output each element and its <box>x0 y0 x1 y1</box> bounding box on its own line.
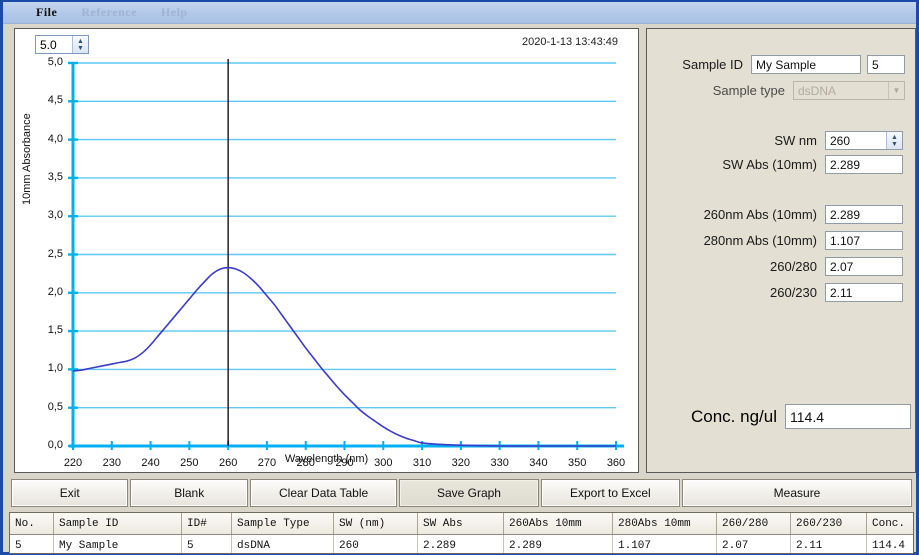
sw-abs-value: 2.289 <box>825 155 903 174</box>
ratio-260-280-row: 260/280 2.07 <box>661 257 905 276</box>
table-header-conc-ng-ul-[interactable]: Conc. (Ng/ul) <box>866 513 913 535</box>
results-panel: Sample ID My Sample 5 Sample type dsDNA … <box>646 28 916 473</box>
application-window: File Reference Help 5.0 ▲ ▼ 2020-1-13 13… <box>0 0 919 555</box>
table-cell: 2.07 <box>716 534 791 553</box>
menu-item-file[interactable]: File <box>25 4 68 21</box>
sample-type-row: Sample type dsDNA ▼ <box>661 81 905 100</box>
button-clear-data-table[interactable]: Clear Data Table <box>249 479 398 507</box>
table-header-row: No. Sample ID ID# Sample Type SW (nm) SW Abs 2… <box>10 513 913 535</box>
button-blank[interactable]: Blank <box>130 479 248 507</box>
ratio-260-280-label: 260/280 <box>770 259 817 274</box>
table-cell: 114.4 <box>866 534 913 553</box>
sample-type-label: Sample type <box>712 83 785 98</box>
abs260-row: 260nm Abs (10mm) 2.289 <box>661 205 905 224</box>
table-header-id-[interactable]: ID# <box>181 513 232 535</box>
table-cell: My Sample <box>53 534 182 553</box>
ratio-260-230-value: 2.11 <box>825 283 903 302</box>
sample-id-label: Sample ID <box>682 57 743 72</box>
sample-id-input[interactable]: My Sample <box>751 55 861 74</box>
button-export-to-excel[interactable]: Export to Excel <box>540 479 681 507</box>
table-header-no-[interactable]: No. <box>10 513 54 535</box>
abs260-value: 2.289 <box>825 205 903 224</box>
menu-item-help: Help <box>160 5 188 19</box>
spinner-up-icon[interactable]: ▲ <box>891 134 898 141</box>
concentration-row: Conc. ng/ul 114.4 <box>661 404 911 429</box>
data-table: No. Sample ID ID# Sample Type SW (nm) SW Abs 2… <box>9 512 914 554</box>
table-cell: dsDNA <box>231 534 334 553</box>
abs280-row: 280nm Abs (10mm) 1.107 <box>661 231 905 250</box>
sample-number-input[interactable]: 5 <box>867 55 905 74</box>
chevron-down-icon: ▼ <box>888 82 904 99</box>
table-header-sample-type[interactable]: Sample Type <box>231 513 334 535</box>
ratio-260-230-label: 260/230 <box>770 285 817 300</box>
abs280-value: 1.107 <box>825 231 903 250</box>
ratio-260-230-row: 260/230 2.11 <box>661 283 905 302</box>
button-exit[interactable]: Exit <box>11 479 129 507</box>
table-header-sw-nm-[interactable]: SW (nm) <box>333 513 418 535</box>
sw-nm-row: SW nm 260 ▲ ▼ <box>661 131 905 150</box>
data-table-grid: No. Sample ID ID# Sample Type SW (nm) SW Abs 2… <box>10 513 913 553</box>
table-cell: 2.11 <box>790 534 867 553</box>
button-save-graph[interactable]: Save Graph <box>399 479 539 507</box>
ratio-260-280-value: 2.07 <box>825 257 903 276</box>
menu-item-reference: Reference <box>81 5 137 19</box>
table-cell: 260 <box>333 534 418 553</box>
table-header-260-280[interactable]: 260/280 <box>716 513 791 535</box>
spectrum-curve <box>72 266 616 447</box>
table-header-260-230[interactable]: 260/230 <box>790 513 867 535</box>
button-measure[interactable]: Measure <box>682 479 912 507</box>
spectrum-svg <box>68 59 624 450</box>
table-cell: 1.107 <box>612 534 717 553</box>
spectrum-plot: 10mm Absorbance Wavelength (nm) 0,0 0,5 1,… <box>15 29 638 472</box>
spinner-down-icon[interactable]: ▼ <box>891 141 898 148</box>
sample-type-select: dsDNA ▼ <box>793 81 905 100</box>
table-header-sample-id[interactable]: Sample ID <box>53 513 182 535</box>
menu-bar: File Reference Help <box>3 2 916 24</box>
table-body: 5 My Sample 5 dsDNA 260 2.289 2.289 1.107 2.07 2.… <box>10 534 913 553</box>
abs280-label: 280nm Abs (10mm) <box>703 233 817 248</box>
table-cell: 2.289 <box>417 534 504 553</box>
sw-nm-value: 260 <box>830 133 851 148</box>
sw-nm-input[interactable]: 260 ▲ ▼ <box>825 131 903 150</box>
sw-abs-label: SW Abs (10mm) <box>722 157 817 172</box>
sample-type-value: dsDNA <box>798 83 837 98</box>
table-header-sw-abs[interactable]: SW Abs <box>417 513 504 535</box>
action-button-bar: Exit Blank Clear Data Table Save Graph Expor… <box>11 479 912 509</box>
table-header-260abs-10mm[interactable]: 260Abs 10mm <box>503 513 613 535</box>
sw-abs-row: SW Abs (10mm) 2.289 <box>661 155 905 174</box>
sample-id-row: Sample ID My Sample 5 <box>661 55 905 74</box>
table-cell: 5 <box>181 534 232 553</box>
table-header-280abs-10mm[interactable]: 280Abs 10mm <box>612 513 717 535</box>
table-cell: 2.289 <box>503 534 613 553</box>
table-cell: 5 <box>10 534 54 553</box>
sw-nm-spinner[interactable]: ▲ ▼ <box>886 132 902 149</box>
table-row[interactable]: 5 My Sample 5 dsDNA 260 2.289 2.289 1.107 2.07 2.… <box>10 534 913 553</box>
concentration-label: Conc. ng/ul <box>691 406 777 426</box>
sw-nm-label: SW nm <box>774 133 817 148</box>
concentration-value: 114.4 <box>785 404 911 429</box>
abs260-label: 260nm Abs (10mm) <box>703 207 817 222</box>
chart-panel: 5.0 ▲ ▼ 2020-1-13 13:43:49 10mm Absorban… <box>14 28 639 473</box>
